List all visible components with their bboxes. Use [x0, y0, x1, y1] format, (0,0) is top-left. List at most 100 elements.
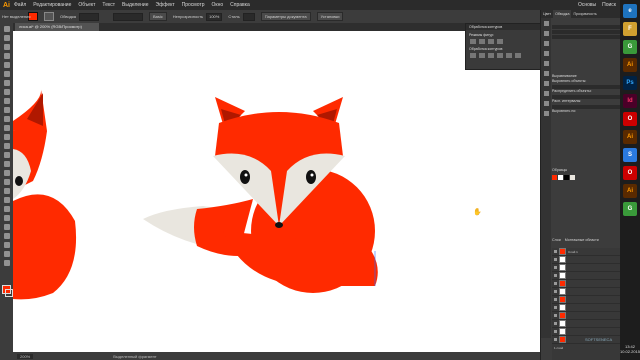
artboards-tab[interactable]: Монтажные области: [565, 238, 599, 242]
tab-transparency[interactable]: Прозрачность: [571, 10, 598, 18]
swatches-panel-icon[interactable]: [543, 31, 549, 36]
document-setup-button[interactable]: Параметры документа: [260, 12, 311, 21]
eye-icon[interactable]: [554, 322, 557, 325]
sublayer-row[interactable]: [552, 320, 620, 328]
opera-icon[interactable]: O: [623, 112, 637, 126]
opera-icon-2[interactable]: O: [623, 166, 637, 180]
pathfinder-panel-icon[interactable]: [543, 101, 549, 106]
sublayer-row[interactable]: [552, 304, 620, 312]
eye-icon[interactable]: [554, 266, 557, 269]
sublayer-row[interactable]: [552, 280, 620, 288]
rectangle-tool-icon[interactable]: [3, 89, 10, 95]
stroke-width-field[interactable]: [79, 12, 100, 21]
selection-tool-icon[interactable]: [3, 26, 10, 32]
folder-icon[interactable]: F: [623, 22, 637, 36]
green-app-icon[interactable]: G: [623, 202, 637, 216]
type-tool-icon[interactable]: [3, 71, 10, 77]
width-tool-icon[interactable]: [3, 143, 10, 149]
menu-type[interactable]: Текст: [102, 2, 115, 8]
perspective-grid-tool-icon[interactable]: [3, 170, 10, 176]
magic-wand-tool-icon[interactable]: [3, 44, 10, 50]
stroke-color-icon[interactable]: [5, 289, 13, 297]
swatch-white[interactable]: [558, 175, 563, 180]
rotate-tool-icon[interactable]: [3, 125, 10, 131]
eyedropper-tool-icon[interactable]: [3, 197, 10, 203]
chrome-icon[interactable]: G: [623, 40, 637, 54]
menu-edit[interactable]: Редактирование: [33, 2, 71, 8]
skype-icon[interactable]: S: [623, 148, 637, 162]
search-field[interactable]: Поиск: [602, 2, 616, 8]
illustrator-icon[interactable]: Ai: [623, 58, 637, 72]
crop-icon[interactable]: [497, 53, 503, 58]
layers-tab[interactable]: Слои: [552, 238, 561, 242]
pen-tool-icon[interactable]: [3, 62, 10, 68]
eye-icon[interactable]: [554, 282, 557, 285]
trim-icon[interactable]: [479, 53, 485, 58]
outline-icon[interactable]: [506, 53, 512, 58]
workspace-switcher[interactable]: Основы: [578, 2, 596, 8]
sublayer-row[interactable]: [552, 296, 620, 304]
stroke-corner-options[interactable]: [552, 35, 620, 39]
opacity-field[interactable]: 100%: [206, 12, 223, 21]
layer-row[interactable]: Слой 1: [552, 248, 620, 256]
tab-stroke[interactable]: Обводка: [553, 10, 572, 18]
photoshop-icon[interactable]: Ps: [623, 76, 637, 90]
swatch-black[interactable]: [564, 175, 569, 180]
eye-icon[interactable]: [554, 330, 557, 333]
menu-file[interactable]: Файл: [14, 2, 26, 8]
menu-view[interactable]: Просмотр: [182, 2, 205, 8]
mesh-tool-icon[interactable]: [3, 179, 10, 185]
menu-select[interactable]: Выделение: [122, 2, 149, 8]
indesign-icon[interactable]: Id: [623, 94, 637, 108]
eye-icon[interactable]: [554, 314, 557, 317]
profile-dropdown[interactable]: [113, 12, 144, 21]
stroke-cap-options[interactable]: [552, 30, 620, 34]
scale-tool-icon[interactable]: [3, 134, 10, 140]
sublayer-row[interactable]: [552, 312, 620, 320]
direct-selection-tool-icon[interactable]: [3, 35, 10, 41]
menu-help[interactable]: Справка: [230, 2, 250, 8]
ie-icon[interactable]: e: [623, 4, 637, 18]
brushes-panel-icon[interactable]: [543, 41, 549, 46]
eye-icon[interactable]: [554, 290, 557, 293]
gradient-tool-icon[interactable]: [3, 188, 10, 194]
unite-icon[interactable]: [470, 39, 476, 44]
sublayer-row[interactable]: [552, 256, 620, 264]
stroke-weight-field[interactable]: [552, 25, 620, 29]
symbols-panel-icon[interactable]: [543, 51, 549, 56]
sublayer-row[interactable]: [552, 264, 620, 272]
appearance-panel-icon[interactable]: [543, 71, 549, 76]
illustrator-icon-3[interactable]: Ai: [623, 184, 637, 198]
menu-object[interactable]: Объект: [78, 2, 95, 8]
layers-panel-icon[interactable]: [543, 111, 549, 116]
zoom-tool-icon[interactable]: [3, 260, 10, 266]
minus-front-icon[interactable]: [479, 39, 485, 44]
style-dropdown[interactable]: [242, 12, 255, 21]
blend-tool-icon[interactable]: [3, 206, 10, 212]
swatch-red[interactable]: [552, 175, 557, 180]
graph-tool-icon[interactable]: [3, 224, 10, 230]
eye-icon[interactable]: [554, 338, 557, 341]
graphic-styles-panel-icon[interactable]: [543, 61, 549, 66]
paintbrush-tool-icon[interactable]: [3, 98, 10, 104]
artboard-tool-icon[interactable]: [3, 233, 10, 239]
symbol-sprayer-tool-icon[interactable]: [3, 215, 10, 221]
swatch-cream[interactable]: [570, 175, 575, 180]
minus-back-icon[interactable]: [515, 53, 521, 58]
sublayer-row[interactable]: [552, 272, 620, 280]
sublayer-row[interactable]: [552, 328, 620, 336]
menu-window[interactable]: Окно: [212, 2, 224, 8]
intersect-icon[interactable]: [488, 39, 494, 44]
preferences-button[interactable]: Установки: [316, 12, 344, 21]
eye-icon[interactable]: [554, 258, 557, 261]
zoom-field[interactable]: 200%: [17, 353, 34, 359]
slice-tool-icon[interactable]: [3, 242, 10, 248]
shape-builder-tool-icon[interactable]: [3, 161, 10, 167]
document-tab[interactable]: лиса.ai* @ 200% (RGB/Просмотр): [15, 23, 99, 31]
free-transform-tool-icon[interactable]: [3, 152, 10, 158]
artboard-canvas[interactable]: [13, 31, 540, 352]
exclude-icon[interactable]: [497, 39, 503, 44]
hand-tool-icon[interactable]: [3, 251, 10, 257]
lasso-tool-icon[interactable]: [3, 53, 10, 59]
illustrator-icon-2[interactable]: Ai: [623, 130, 637, 144]
